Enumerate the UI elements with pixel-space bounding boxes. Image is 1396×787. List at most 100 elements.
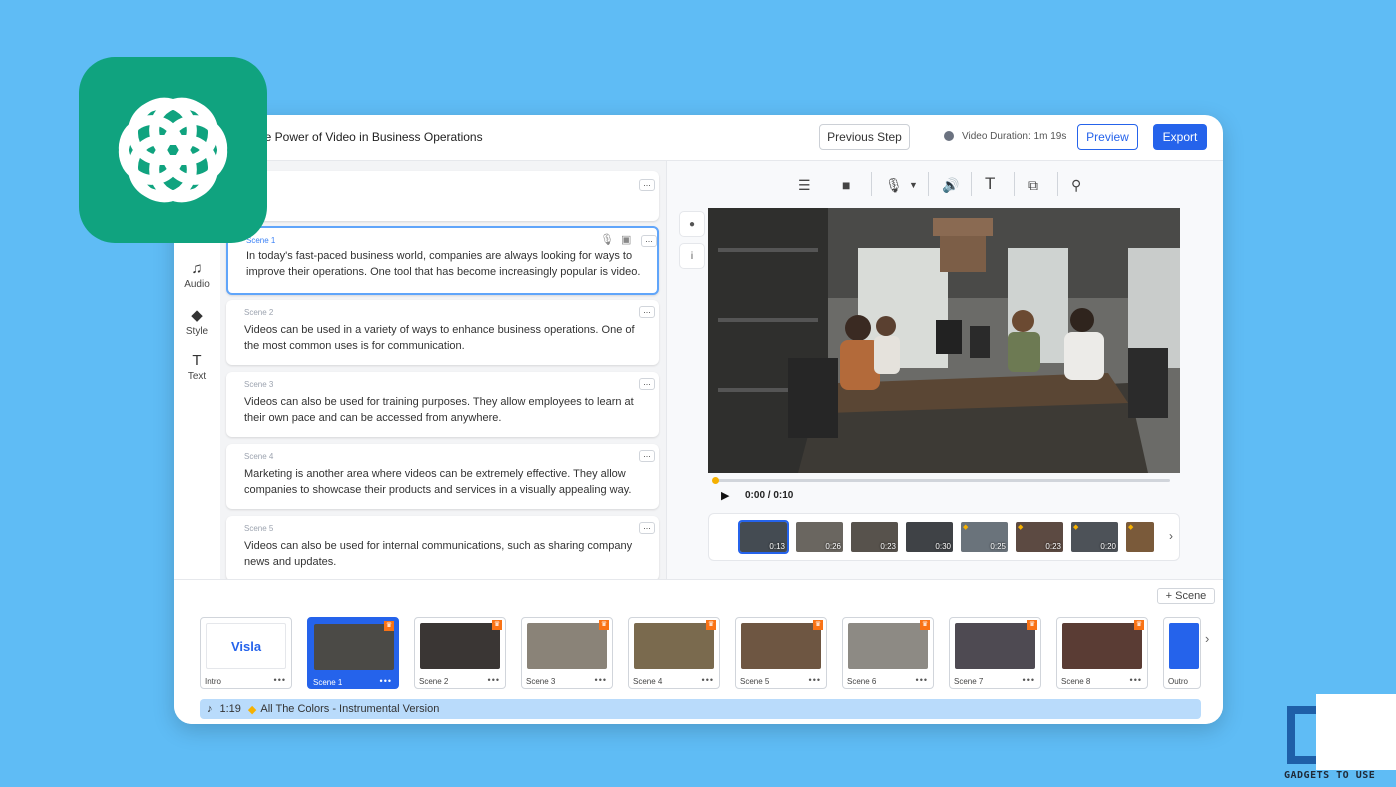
more-options-button[interactable]: ••• (380, 676, 392, 686)
clip-thumbnail[interactable]: ◆ (1126, 522, 1154, 552)
camera-icon[interactable]: ■ (842, 177, 850, 193)
scene-thumbnail (955, 623, 1035, 669)
more-options-button[interactable]: ••• (702, 675, 714, 685)
timeline-card-scene-6[interactable]: ♛ Scene 6 ••• (842, 617, 934, 689)
scene-card-3[interactable]: Scene 3 ... Videos can also be used for … (226, 372, 659, 437)
add-scene-label: Scene (1175, 590, 1207, 602)
preview-panel: ☰ ■ 🎙 ▼ 🔊 T ⧉ ⚲ ● i ▶ 0:00 / 0:10 0:13 0… (667, 161, 1223, 579)
timeline-card-scene-2[interactable]: ♛ Scene 2 ••• (414, 617, 506, 689)
clip-thumbnail[interactable]: ◆ 0:23 (1016, 522, 1063, 552)
more-options-button[interactable]: ••• (916, 675, 928, 685)
scene-card-4[interactable]: Scene 4 ... Marketing is another area wh… (226, 444, 659, 509)
link-icon[interactable]: ⚲ (1071, 177, 1081, 194)
toolbar-divider (871, 172, 872, 196)
chevron-right-icon[interactable]: › (1169, 529, 1173, 543)
premium-icon: ◆ (1073, 524, 1079, 531)
replace-media-icon[interactable]: ⧉ (1028, 177, 1038, 194)
text-icon[interactable]: T (985, 174, 995, 194)
scene-card-1[interactable]: Scene 1 🎙 ▣ ... In today's fast-paced bu… (226, 226, 659, 295)
clip-thumbnail[interactable]: 0:13 (738, 520, 789, 554)
timeline-card-scene-3[interactable]: ♛ Scene 3 ••• (521, 617, 613, 689)
more-options-button[interactable]: ... (639, 522, 655, 534)
toolbar-divider (971, 172, 972, 196)
timeline-card-scene-4[interactable]: ♛ Scene 4 ••• (628, 617, 720, 689)
scene-text[interactable]: Videos can also be used for internal com… (244, 538, 649, 570)
more-options-button[interactable]: ... (639, 378, 655, 390)
clip-thumbnail[interactable]: 0:23 (851, 522, 898, 552)
media-icon[interactable]: ▣ (621, 233, 631, 246)
more-options-button[interactable]: ••• (595, 675, 607, 685)
clip-duration: 0:20 (1100, 542, 1116, 551)
microphone-icon[interactable]: 🎙 (885, 177, 903, 194)
premium-icon: ◆ (247, 703, 257, 716)
progress-handle[interactable] (712, 477, 719, 484)
volume-icon[interactable]: 🔊 (942, 177, 959, 194)
chevron-down-icon[interactable]: ▼ (909, 180, 918, 190)
scene-card-5[interactable]: Scene 5 ... Videos can also be used for … (226, 516, 659, 579)
scene-thumbnail (527, 623, 607, 669)
premium-icon: ◆ (1018, 524, 1024, 531)
clock-icon (944, 131, 954, 141)
premium-icon: ♛ (706, 620, 716, 630)
timeline-card-intro[interactable]: Visla Intro ••• (200, 617, 292, 689)
progress-bar[interactable] (714, 479, 1170, 482)
scene-script-list: ... Scene 1 🎙 ▣ ... In today's fast-pace… (220, 161, 667, 579)
timeline-card-outro[interactable]: Outro (1163, 617, 1201, 689)
export-button[interactable]: Export (1153, 124, 1207, 150)
scene-card-title[interactable]: ... (226, 171, 659, 221)
more-options-button[interactable]: ... (639, 179, 655, 191)
clip-thumbnail[interactable]: ◆ 0:25 (961, 522, 1008, 552)
play-icon[interactable]: ▶ (721, 489, 729, 502)
video-preview[interactable] (708, 208, 1180, 473)
timeline-card-scene-1[interactable]: ♛ Scene 1 ••• (307, 617, 399, 689)
clip-thumbnail[interactable]: ◆ 0:20 (1071, 522, 1118, 552)
more-options-button[interactable]: ... (639, 450, 655, 462)
more-options-button[interactable]: ••• (274, 675, 286, 685)
scene-thumbnail (314, 624, 394, 670)
sidebar-item-text[interactable]: T Text (174, 353, 220, 383)
scene-text[interactable]: Videos can also be used for training pur… (244, 394, 649, 426)
clip-duration: 0:13 (769, 542, 785, 551)
music-duration: 1:19 (219, 703, 241, 715)
scene-text[interactable]: Marketing is another area where videos c… (244, 466, 649, 498)
scene-text[interactable]: Videos can be used in a variety of ways … (244, 322, 649, 354)
clip-thumbnail[interactable]: 0:26 (796, 522, 843, 552)
sidebar-item-audio[interactable]: ♫ Audio (174, 261, 220, 291)
microphone-icon[interactable]: 🎙 (600, 233, 614, 246)
clip-thumbnail[interactable]: 0:30 (906, 522, 953, 552)
timeline-card-scene-8[interactable]: ♛ Scene 8 ••• (1056, 617, 1148, 689)
scene-text[interactable]: In today's fast-paced business world, co… (246, 248, 651, 280)
timeline-card-label: Outro (1168, 677, 1189, 686)
timeline-card-scene-7[interactable]: ♛ Scene 7 ••• (949, 617, 1041, 689)
scene-thumbnail (420, 623, 500, 669)
chevron-right-icon[interactable]: › (1205, 631, 1209, 646)
scene-label: Scene 1 (246, 236, 276, 245)
timeline-card-scene-5[interactable]: ♛ Scene 5 ••• (735, 617, 827, 689)
scene-thumbnail (634, 623, 714, 669)
clip-duration: 0:30 (935, 542, 951, 551)
more-options-button[interactable]: ••• (488, 675, 500, 685)
preview-button[interactable]: Preview (1077, 124, 1138, 150)
music-track[interactable]: ♪ 1:19 ◆ All The Colors - Instrumental V… (200, 699, 1201, 719)
adjust-icon[interactable]: ☰ (798, 177, 811, 194)
add-scene-button[interactable]: + Scene (1157, 588, 1215, 604)
scene-label: Scene 5 (244, 524, 274, 533)
history-icon[interactable]: ● (679, 211, 705, 237)
project-title[interactable]: he Power of Video in Business Operations (258, 130, 483, 144)
brand-logo-text: Visla (230, 638, 262, 654)
scene-label: Scene 2 (244, 308, 274, 317)
sidebar-item-style[interactable]: ◆ Style (174, 308, 220, 338)
clip-duration: 0:25 (990, 542, 1006, 551)
more-options-button[interactable]: ••• (1130, 675, 1142, 685)
scene-thumbnail (741, 623, 821, 669)
more-options-button[interactable]: ••• (809, 675, 821, 685)
more-options-button[interactable]: ... (639, 306, 655, 318)
scene-card-2[interactable]: Scene 2 ... Videos can be used in a vari… (226, 300, 659, 365)
toolbar-divider (928, 172, 929, 196)
more-options-button[interactable]: ••• (1023, 675, 1035, 685)
info-icon[interactable]: i (679, 243, 705, 269)
previous-step-button[interactable]: Previous Step (819, 124, 910, 150)
scene-thumbnail (848, 623, 928, 669)
watermark-logo-mark (1287, 706, 1317, 764)
more-options-button[interactable]: ... (641, 235, 657, 247)
